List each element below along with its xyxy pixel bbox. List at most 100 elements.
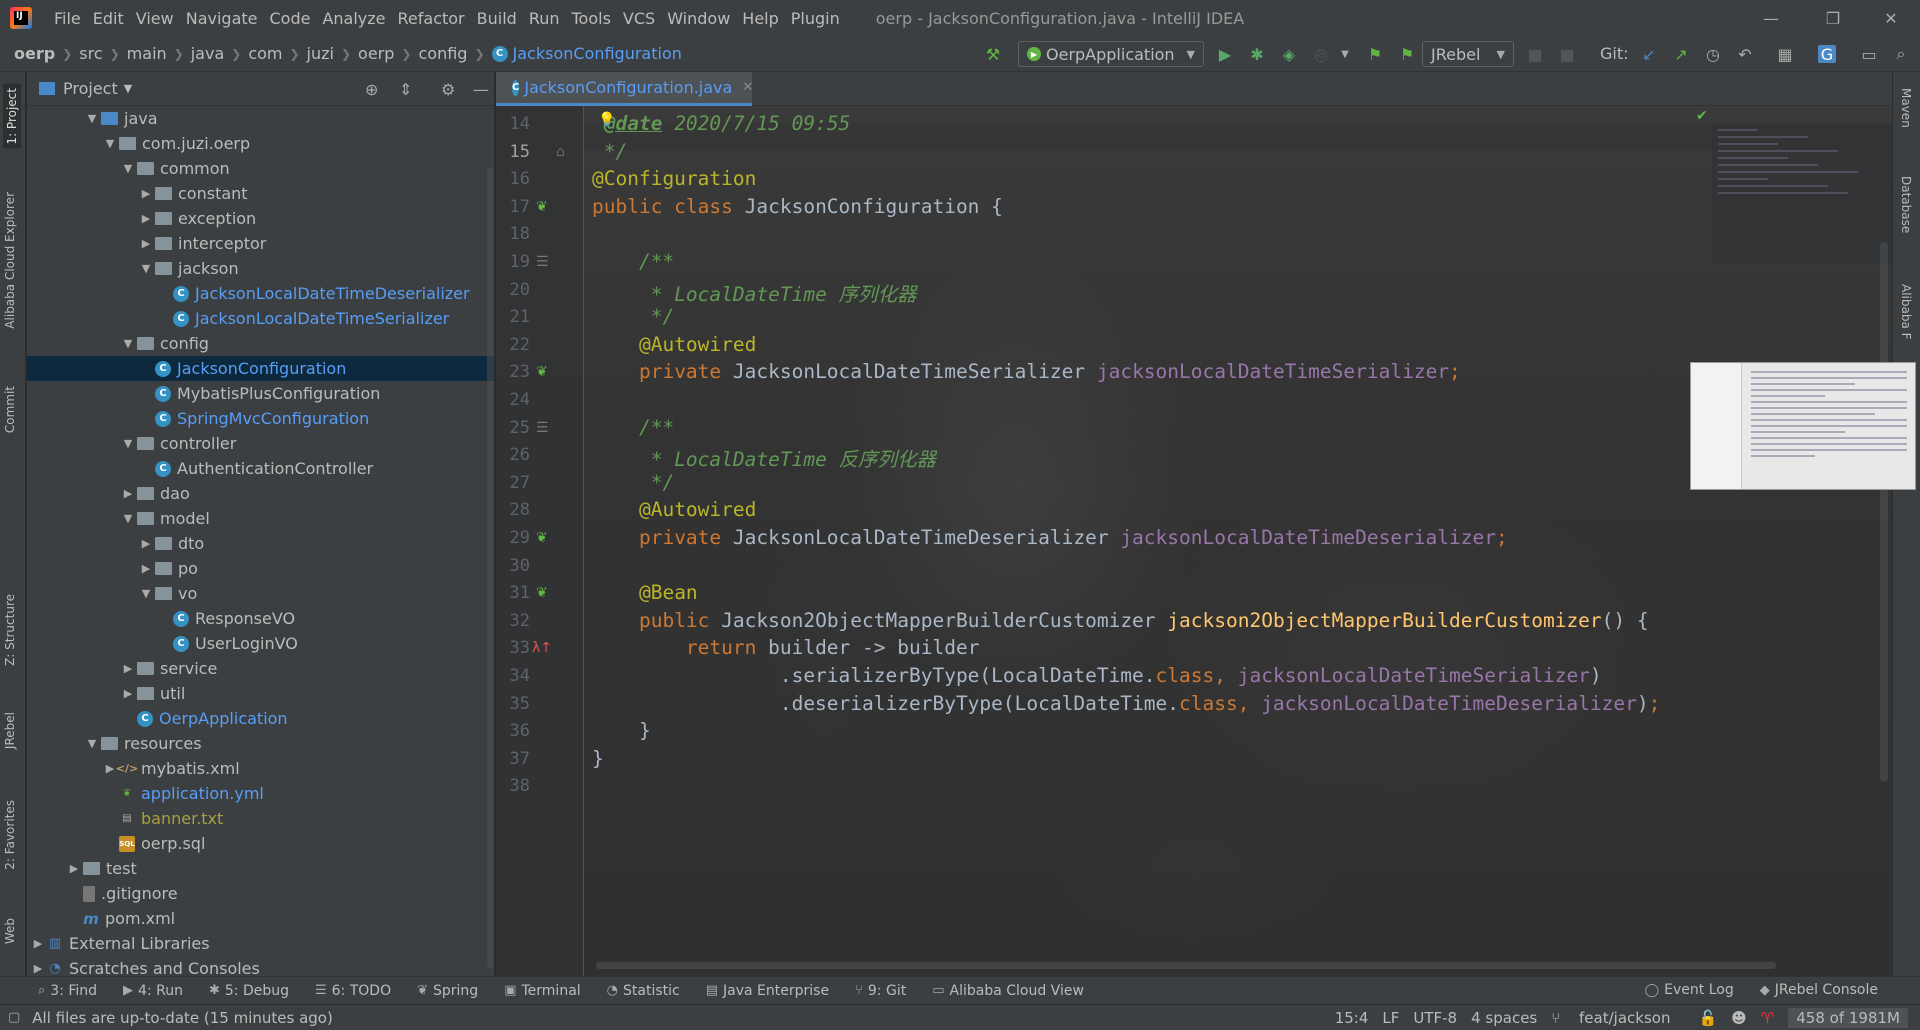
coverage-icon[interactable]: ◈ — [1280, 45, 1298, 64]
tree-node[interactable]: ▶ constant — [27, 181, 494, 206]
code-line[interactable]: @Autowired — [592, 333, 756, 356]
tree-node[interactable]: ▼ vo — [27, 581, 494, 606]
menu-file[interactable]: File — [54, 9, 81, 28]
tree-node[interactable]: C ResponseVO — [27, 606, 494, 631]
autowired-gutter-icon[interactable]: ❦ — [536, 364, 548, 380]
tree-node[interactable]: ▶ util — [27, 681, 494, 706]
collapsed-arrow-icon[interactable]: ▶ — [65, 862, 83, 875]
code-line[interactable]: } — [592, 747, 604, 770]
screenshot-preview-thumbnail[interactable] — [1690, 362, 1916, 490]
tree-node[interactable]: C JacksonLocalDateTimeDeserializer — [27, 281, 494, 306]
tree-node[interactable]: ❦ application.yml — [27, 781, 494, 806]
presentation-icon[interactable]: ▭ — [1860, 45, 1878, 64]
doc-comment-icon[interactable]: ☰ — [536, 420, 549, 436]
history-icon[interactable]: ◷ — [1704, 45, 1722, 64]
jrebel-status-icon[interactable]: ♈ — [1761, 1009, 1774, 1027]
expanded-arrow-icon[interactable]: ▼ — [83, 737, 101, 750]
tree-node[interactable]: SQL oerp.sql — [27, 831, 494, 856]
tool-tab-statistic[interactable]: ◔ Statistic — [607, 983, 680, 999]
tab-structure[interactable]: Z: Structure — [3, 594, 17, 666]
jrebel-run-icon[interactable]: ⚑ — [1366, 45, 1384, 64]
editor-horizontal-scrollbar[interactable] — [596, 962, 1776, 969]
autowired-gutter-icon[interactable]: ❦ — [536, 530, 548, 546]
tree-node[interactable]: C AuthenticationController — [27, 456, 494, 481]
project-view-select[interactable]: Project — [63, 79, 118, 98]
hide-panel-icon[interactable]: — — [473, 80, 489, 99]
jrebel-debug-icon[interactable]: ⚑ — [1398, 45, 1416, 64]
code-line[interactable]: @Bean — [592, 581, 698, 604]
code-line[interactable]: /** — [592, 416, 674, 439]
code-line[interactable]: /** — [592, 250, 674, 273]
expanded-arrow-icon[interactable]: ▼ — [101, 137, 119, 150]
collapsed-arrow-icon[interactable]: ▶ — [137, 187, 155, 200]
collapsed-arrow-icon[interactable]: ▶ — [119, 662, 137, 675]
run-icon[interactable]: ▶ — [1216, 45, 1234, 64]
code-line[interactable]: .serializerByType(LocalDateTime.class, j… — [592, 664, 1602, 687]
expanded-arrow-icon[interactable]: ▼ — [119, 437, 137, 450]
toggle-tool-windows-icon[interactable]: ▢ — [8, 1010, 20, 1025]
tree-node[interactable]: .gitignore — [27, 881, 494, 906]
lambda-gutter-icon[interactable]: λ↑ — [532, 640, 552, 656]
tool-tab-terminal[interactable]: ▣ Terminal — [504, 983, 580, 999]
code-minimap[interactable] — [1712, 124, 1892, 264]
collapsed-arrow-icon[interactable]: ▶ — [119, 687, 137, 700]
collapsed-arrow-icon[interactable]: ▶ — [137, 212, 155, 225]
spring-bean-gutter-icon[interactable]: ❦ — [536, 199, 548, 215]
close-window-icon[interactable]: ✕ — [1868, 0, 1914, 36]
tree-node[interactable]: ▶ dao — [27, 481, 494, 506]
menu-tools[interactable]: Tools — [572, 9, 611, 28]
menu-code[interactable]: Code — [270, 9, 311, 28]
collapsed-arrow-icon[interactable]: ▶ — [137, 537, 155, 550]
tree-node[interactable]: ▶ </> mybatis.xml — [27, 756, 494, 781]
tree-node[interactable]: ▶ test — [27, 856, 494, 881]
code-line[interactable]: private JacksonLocalDateTimeSerializer j… — [592, 360, 1461, 383]
menu-window[interactable]: Window — [667, 9, 730, 28]
tool-tab-5-debug[interactable]: ✱ 5: Debug — [209, 983, 289, 999]
tree-node[interactable]: ▼ common — [27, 156, 494, 181]
code-line[interactable]: public class JacksonConfiguration { — [592, 195, 1003, 218]
lock-icon[interactable]: 🔓 — [1698, 1009, 1717, 1027]
tab-alibaba-cloud-explorer[interactable]: Alibaba Cloud Explorer — [3, 192, 17, 329]
menu-help[interactable]: Help — [742, 9, 778, 28]
tree-node[interactable]: C JacksonConfiguration — [27, 356, 494, 381]
more-run-chevron-icon[interactable]: ▼ — [1336, 45, 1354, 63]
editor-vertical-scrollbar[interactable] — [1880, 242, 1888, 782]
doc-comment-icon[interactable]: ☰ — [536, 254, 549, 270]
project-scrollbar[interactable] — [487, 168, 494, 968]
profile-icon[interactable]: ◎ — [1312, 45, 1330, 64]
menu-analyze[interactable]: Analyze — [322, 9, 385, 28]
tree-node[interactable]: ▼ java — [27, 106, 494, 131]
expanded-arrow-icon[interactable]: ▼ — [119, 512, 137, 525]
tree-node[interactable]: ▼ config — [27, 331, 494, 356]
expanded-arrow-icon[interactable]: ▼ — [119, 162, 137, 175]
tree-node[interactable]: ▼ model — [27, 506, 494, 531]
code-line[interactable]: private JacksonLocalDateTimeDeserializer… — [592, 526, 1508, 549]
tree-node[interactable]: m pom.xml — [27, 906, 494, 931]
expanded-arrow-icon[interactable]: ▼ — [83, 112, 101, 125]
tree-node[interactable]: ▶ po — [27, 556, 494, 581]
crumb-main[interactable]: main — [127, 44, 167, 63]
caret-position[interactable]: 15:4 — [1335, 1009, 1369, 1027]
tool-tab-event-log[interactable]: ◯ Event Log — [1645, 982, 1734, 998]
expanded-arrow-icon[interactable]: ▼ — [119, 337, 137, 350]
translate-icon[interactable]: G — [1818, 45, 1836, 64]
tool-tab-alibaba-cloud-view[interactable]: ▭ Alibaba Cloud View — [932, 983, 1084, 999]
code-line[interactable]: @Configuration — [592, 167, 756, 190]
gear-icon[interactable]: ⚙ — [441, 80, 455, 99]
menu-refactor[interactable]: Refactor — [398, 9, 465, 28]
tab-commit[interactable]: Commit — [3, 386, 17, 433]
code-line[interactable]: .deserializerByType(LocalDateTime.class,… — [592, 692, 1661, 715]
minimize-icon[interactable]: — — [1748, 0, 1794, 36]
collapsed-arrow-icon[interactable]: ▶ — [29, 962, 47, 975]
crumb-java[interactable]: java — [191, 44, 225, 63]
collapsed-arrow-icon[interactable]: ▶ — [29, 937, 47, 950]
code-line[interactable]: return builder -> builder — [592, 636, 980, 659]
search-everywhere-icon[interactable]: ⌕ — [1892, 44, 1910, 63]
tree-node[interactable]: ▼ controller — [27, 431, 494, 456]
code-line[interactable]: */ — [592, 140, 628, 163]
collapsed-arrow-icon[interactable]: ▶ — [119, 487, 137, 500]
tree-node[interactable]: C MybatisPlusConfiguration — [27, 381, 494, 406]
tab-alibaba[interactable]: Alibaba F — [1899, 284, 1913, 340]
collapsed-arrow-icon[interactable]: ▶ — [137, 562, 155, 575]
tool-tab-3-find[interactable]: ⌕ 3: Find — [38, 983, 97, 999]
